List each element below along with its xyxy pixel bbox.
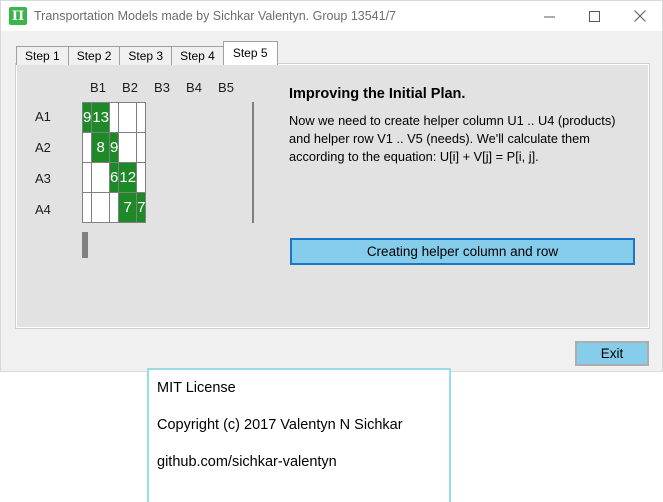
column-header-b1: B1	[90, 80, 106, 95]
helper-column-cell-u2[interactable]	[252, 132, 254, 163]
matrix-cell-a1-b1[interactable]: 9	[81, 102, 93, 133]
window-title: Transportation Models made by Sichkar Va…	[34, 9, 397, 23]
helper-column-u	[252, 102, 254, 223]
helper-row-v	[82, 232, 88, 258]
table-row	[82, 232, 88, 258]
helper-column-cell-u3[interactable]	[252, 162, 254, 193]
matrix-column-headers: B1 B2 B3 B4 B5	[82, 80, 242, 95]
title-bar: Π Transportation Models made by Sichkar …	[1, 1, 662, 32]
matrix-cell-a2-b1[interactable]	[81, 132, 93, 163]
matrix-cell-a1-b3[interactable]	[109, 102, 120, 133]
exit-button[interactable]: Exit	[575, 341, 649, 366]
table-row	[252, 102, 254, 133]
table-row: 8 9	[81, 132, 147, 163]
helper-column-cell-u1[interactable]	[252, 102, 254, 133]
matrix-cell-a2-b2[interactable]: 8	[91, 132, 111, 163]
tab-step-1[interactable]: Step 1	[16, 46, 69, 65]
table-row: 6 12	[81, 162, 147, 193]
tab-step-3[interactable]: Step 3	[119, 46, 173, 65]
column-header-b2: B2	[122, 80, 138, 95]
matrix-cell-a1-b2[interactable]: 13	[91, 102, 111, 133]
row-label-a2: A2	[35, 140, 51, 155]
table-row	[252, 132, 254, 163]
step-content-panel: B1 B2 B3 B4 B5 A1 A2 A3 A4 9 13 8 9 6 12…	[15, 63, 650, 329]
tab-step-5[interactable]: Step 5	[222, 41, 278, 65]
matrix-cell-a4-b5[interactable]: 7	[136, 192, 147, 223]
matrix-cell-a4-b4[interactable]: 7	[118, 192, 138, 223]
helper-row-cell-v5[interactable]	[86, 232, 88, 258]
helper-column-cell-u4[interactable]	[252, 192, 254, 223]
row-label-a3: A3	[35, 171, 51, 186]
matrix-cell-a2-b3[interactable]: 9	[109, 132, 120, 163]
row-label-a1: A1	[35, 109, 51, 124]
matrix-cell-a2-b4[interactable]	[118, 132, 138, 163]
matrix-cell-a3-b2[interactable]	[91, 162, 111, 193]
matrix-cell-a4-b3[interactable]	[109, 192, 120, 223]
column-header-b4: B4	[186, 80, 202, 95]
app-icon-glyph: Π	[11, 8, 25, 24]
column-header-b5: B5	[218, 80, 234, 95]
close-icon[interactable]	[617, 1, 662, 31]
maximize-icon[interactable]	[572, 1, 617, 31]
table-row	[252, 192, 254, 223]
matrix-cell-a3-b1[interactable]	[81, 162, 93, 193]
info-body: Now we need to create helper column U1 .…	[289, 113, 616, 165]
matrix-grid: 9 13 8 9 6 12 7 7	[81, 102, 147, 223]
license-github-link[interactable]: github.com/sichkar-valentyn	[157, 454, 449, 470]
minimize-icon[interactable]	[527, 1, 572, 31]
tab-step-4[interactable]: Step 4	[171, 46, 224, 65]
matrix-cell-a3-b5[interactable]	[136, 162, 147, 193]
tab-step-2[interactable]: Step 2	[67, 46, 121, 65]
license-title: MIT License	[157, 380, 236, 396]
application-window: Π Transportation Models made by Sichkar …	[0, 0, 663, 372]
info-area: Improving the Initial Plan. Now we need …	[289, 86, 637, 166]
matrix-cell-a3-b4[interactable]: 12	[118, 162, 138, 193]
tab-strip: Step 1 Step 2 Step 3 Step 4 Step 5	[16, 41, 278, 65]
matrix-cell-a1-b5[interactable]	[136, 102, 147, 133]
matrix-cell-a1-b4[interactable]	[118, 102, 138, 133]
column-header-b3: B3	[154, 80, 170, 95]
license-copyright: Copyright (c) 2017 Valentyn N Sichkar	[157, 417, 403, 433]
app-pi-icon: Π	[9, 7, 27, 25]
matrix-cell-a3-b3[interactable]: 6	[109, 162, 120, 193]
table-row	[252, 162, 254, 193]
matrix-cell-a2-b5[interactable]	[136, 132, 147, 163]
matrix-cell-a4-b1[interactable]	[81, 192, 93, 223]
window-controls	[527, 1, 662, 31]
table-row: 9 13	[81, 102, 147, 133]
row-label-a4: A4	[35, 202, 51, 217]
matrix-cell-a4-b2[interactable]	[91, 192, 111, 223]
creating-helper-column-and-row-button[interactable]: Creating helper column and row	[290, 238, 635, 265]
table-row: 7 7	[81, 192, 147, 223]
info-heading: Improving the Initial Plan.	[289, 86, 466, 102]
license-box: MIT License Copyright (c) 2017 Valentyn …	[147, 368, 451, 502]
